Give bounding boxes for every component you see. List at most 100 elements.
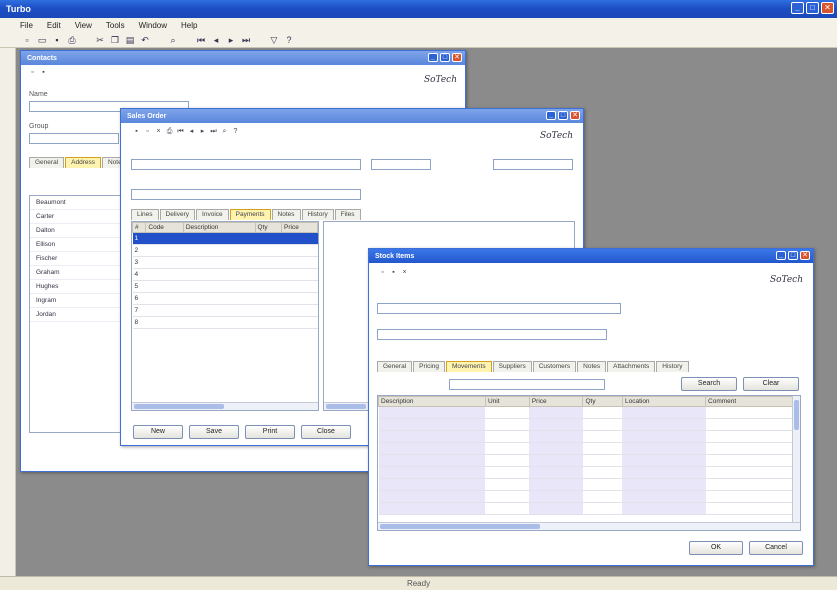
column-header[interactable]: Qty bbox=[254, 222, 283, 233]
contacts-list[interactable]: Beaumont Carter Dalton Ellison Fischer Graham… bbox=[29, 195, 129, 433]
undo-icon[interactable]: ↶ bbox=[140, 35, 150, 45]
column-header[interactable]: Price bbox=[281, 222, 318, 233]
column-header[interactable]: Qty bbox=[582, 396, 623, 407]
last-icon[interactable]: ⏭ bbox=[210, 128, 217, 136]
table-row[interactable]: 3 bbox=[132, 256, 318, 269]
save-icon[interactable]: ▪ bbox=[52, 35, 62, 45]
stock-items-tab-suppliers[interactable]: Suppliers bbox=[492, 361, 532, 372]
next-icon[interactable]: ▸ bbox=[226, 35, 236, 45]
maximize-button[interactable]: □ bbox=[806, 2, 819, 14]
menu-window[interactable]: Window bbox=[139, 21, 167, 30]
print-icon[interactable]: ⎙ bbox=[67, 35, 77, 45]
table-row[interactable] bbox=[378, 418, 800, 431]
table-row[interactable]: 8 bbox=[132, 316, 318, 329]
stock-filter-field[interactable] bbox=[449, 379, 605, 390]
contacts-list-item[interactable]: Ellison bbox=[30, 238, 128, 252]
contacts-tab-address[interactable]: Address bbox=[65, 157, 101, 168]
sales-order-address-field[interactable] bbox=[131, 189, 361, 200]
sales-order-number-field[interactable] bbox=[371, 159, 431, 170]
sales-order-new-button[interactable]: New bbox=[133, 425, 183, 439]
table-row[interactable] bbox=[378, 478, 800, 491]
stock-items-tab-notes[interactable]: Notes bbox=[577, 361, 607, 372]
column-header[interactable]: Price bbox=[528, 396, 584, 407]
contacts-tab-general[interactable]: General bbox=[29, 157, 65, 168]
new-icon[interactable]: ▫ bbox=[379, 269, 386, 277]
save-icon[interactable]: ▪ bbox=[390, 269, 397, 277]
clear-button[interactable]: Clear bbox=[743, 377, 799, 391]
save-icon[interactable]: ▪ bbox=[40, 69, 47, 77]
stock-item-description-field[interactable] bbox=[377, 329, 607, 340]
new-icon[interactable]: ▫ bbox=[22, 35, 32, 45]
sales-order-customer-field[interactable] bbox=[131, 159, 361, 170]
save-icon[interactable]: ▪ bbox=[133, 128, 140, 136]
cut-icon[interactable]: ✂ bbox=[95, 35, 105, 45]
table-row[interactable] bbox=[378, 454, 800, 467]
stock-items-close-button[interactable]: ✕ bbox=[800, 251, 810, 260]
new-icon[interactable]: ▫ bbox=[144, 128, 151, 136]
horizontal-scrollbar[interactable] bbox=[132, 402, 318, 410]
column-header[interactable]: Unit bbox=[484, 396, 530, 407]
sales-order-tab-invoice[interactable]: Invoice bbox=[196, 209, 229, 220]
stock-items-maximize-button[interactable]: □ bbox=[788, 251, 798, 260]
vertical-scrollbar[interactable] bbox=[792, 396, 800, 522]
sales-order-date-field[interactable] bbox=[493, 159, 573, 170]
contacts-maximize-button[interactable]: □ bbox=[440, 53, 450, 62]
table-row[interactable]: 7 bbox=[132, 304, 318, 317]
paste-icon[interactable]: ▤ bbox=[125, 35, 135, 45]
prev-icon[interactable]: ◂ bbox=[211, 35, 221, 45]
copy-icon[interactable]: ❐ bbox=[110, 35, 120, 45]
table-row[interactable] bbox=[378, 442, 800, 455]
menu-file[interactable]: File bbox=[20, 21, 33, 30]
filter-icon[interactable]: ▽ bbox=[269, 35, 279, 45]
contacts-list-item[interactable]: Dalton bbox=[30, 224, 128, 238]
sales-order-close-button[interactable]: Close bbox=[301, 425, 351, 439]
sales-order-maximize-button[interactable]: □ bbox=[558, 111, 568, 120]
table-row[interactable]: 5 bbox=[132, 280, 318, 293]
sales-order-save-button[interactable]: Save bbox=[189, 425, 239, 439]
table-row[interactable]: 1 bbox=[132, 232, 318, 245]
cancel-button[interactable]: Cancel bbox=[749, 541, 803, 555]
contacts-minimize-button[interactable]: _ bbox=[428, 53, 438, 62]
find-icon[interactable]: ⌕ bbox=[221, 128, 228, 136]
table-row[interactable] bbox=[378, 430, 800, 443]
search-button[interactable]: Search bbox=[681, 377, 737, 391]
find-icon[interactable]: ⌕ bbox=[168, 35, 178, 45]
horizontal-scrollbar[interactable] bbox=[378, 522, 800, 530]
last-icon[interactable]: ⏭ bbox=[241, 35, 251, 45]
delete-icon[interactable]: × bbox=[155, 128, 162, 136]
sales-order-tab-notes[interactable]: Notes bbox=[271, 209, 301, 220]
contacts-list-item[interactable]: Graham bbox=[30, 266, 128, 280]
menu-edit[interactable]: Edit bbox=[47, 21, 61, 30]
table-row[interactable]: 6 bbox=[132, 292, 318, 305]
contacts-list-item[interactable]: Jordan bbox=[30, 308, 128, 322]
help-icon[interactable]: ? bbox=[232, 128, 239, 136]
column-header[interactable]: Comment bbox=[705, 396, 800, 407]
contacts-list-item[interactable]: Hughes bbox=[30, 280, 128, 294]
contacts-list-item[interactable]: Carter bbox=[30, 210, 128, 224]
contacts-group-field[interactable] bbox=[29, 133, 119, 144]
minimize-button[interactable]: _ bbox=[791, 2, 804, 14]
stock-items-tab-general[interactable]: General bbox=[377, 361, 413, 372]
table-row[interactable] bbox=[378, 406, 800, 419]
sales-order-print-button[interactable]: Print bbox=[245, 425, 295, 439]
stock-items-grid[interactable]: Description Unit Price Qty Location Comment bbox=[377, 395, 801, 531]
first-icon[interactable]: ⏮ bbox=[196, 35, 206, 45]
help-icon[interactable]: ? bbox=[284, 35, 294, 45]
column-header[interactable]: Description bbox=[378, 396, 486, 407]
contacts-list-item[interactable]: Fischer bbox=[30, 252, 128, 266]
stock-items-window[interactable]: Stock Items _ □ ✕ ▫ ▪ × SoTech General Pr… bbox=[368, 248, 814, 566]
sales-order-tab-history[interactable]: History bbox=[301, 209, 334, 220]
menu-view[interactable]: View bbox=[75, 21, 92, 30]
first-icon[interactable]: ⏮ bbox=[177, 128, 184, 136]
sales-order-minimize-button[interactable]: _ bbox=[546, 111, 556, 120]
table-row[interactable] bbox=[378, 490, 800, 503]
sales-order-close-button[interactable]: ✕ bbox=[570, 111, 580, 120]
table-row[interactable] bbox=[378, 502, 800, 515]
stock-items-tab-customers[interactable]: Customers bbox=[532, 361, 577, 372]
delete-icon[interactable]: × bbox=[401, 269, 408, 277]
sales-order-tab-delivery[interactable]: Delivery bbox=[159, 209, 196, 220]
contacts-list-item[interactable]: Beaumont bbox=[30, 196, 128, 210]
next-icon[interactable]: ▸ bbox=[199, 128, 206, 136]
menu-tools[interactable]: Tools bbox=[106, 21, 125, 30]
table-row[interactable]: 4 bbox=[132, 268, 318, 281]
